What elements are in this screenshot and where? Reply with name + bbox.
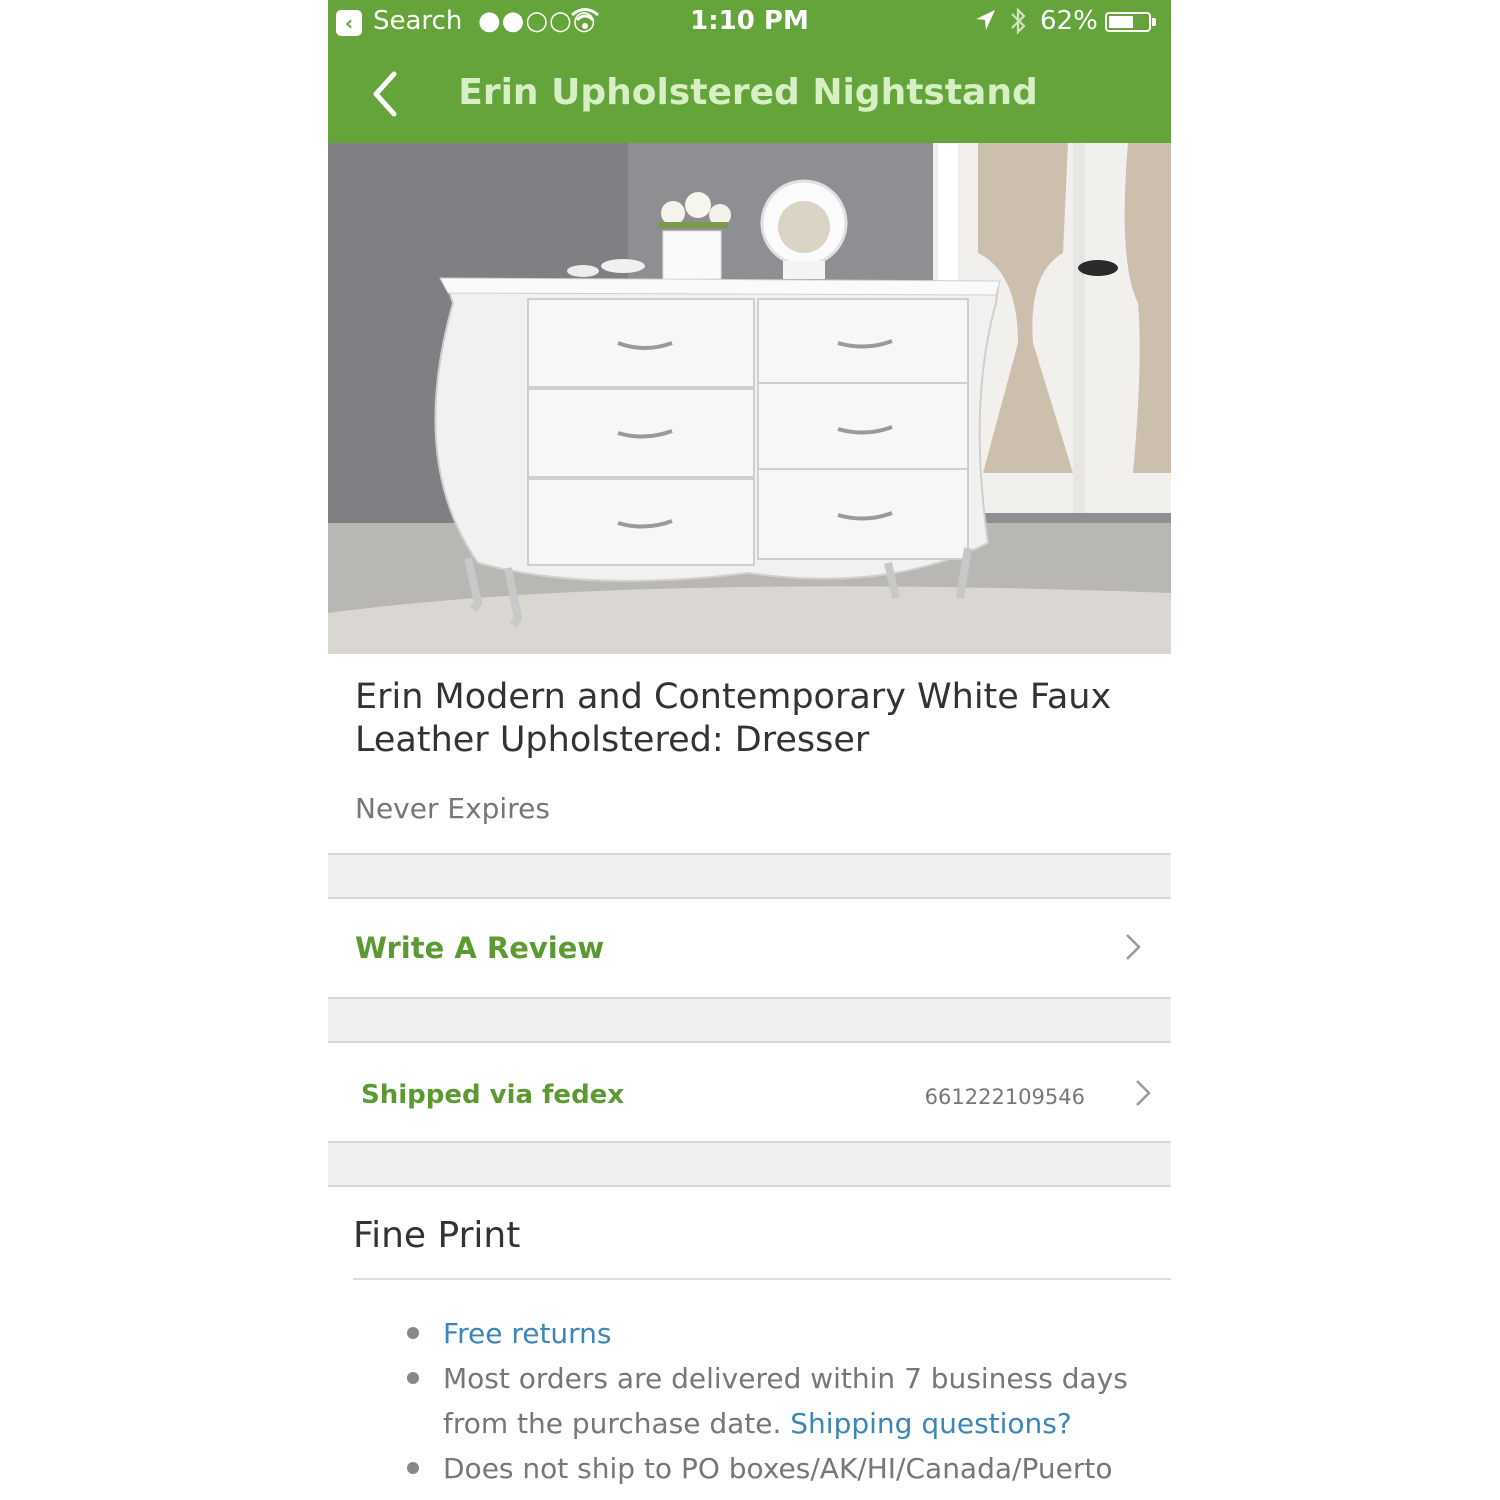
battery-percent: 62%	[1040, 6, 1098, 36]
bluetooth-icon	[1006, 5, 1030, 44]
bullet	[407, 1462, 419, 1474]
battery-tip	[1152, 18, 1156, 26]
divider	[353, 1278, 1171, 1280]
divider	[328, 1185, 1171, 1187]
section-gap	[328, 1143, 1171, 1185]
navigation-bar: Erin Upholstered Nightstand	[328, 44, 1171, 143]
location-arrow-icon	[973, 6, 997, 41]
expiration-text: Never Expires	[355, 792, 550, 825]
write-review-row[interactable]: Write A Review	[328, 899, 1171, 997]
fine-print-heading: Fine Print	[353, 1215, 521, 1256]
list-item: Does not ship to PO boxes/AK/HI/Canada/P…	[407, 1446, 1143, 1491]
shipping-questions-link[interactable]: Shipping questions?	[790, 1407, 1071, 1440]
shipping-row[interactable]: Shipped via fedex 661222109546	[328, 1043, 1171, 1141]
section-gap	[328, 999, 1171, 1041]
page-title: Erin Upholstered Nightstand	[458, 72, 1038, 113]
list-item: Free returns	[407, 1311, 1143, 1356]
shipping-label: Shipped via fedex	[361, 1080, 625, 1110]
section-gap	[328, 855, 1171, 897]
free-returns-link[interactable]: Free returns	[443, 1317, 612, 1350]
battery-icon	[1105, 12, 1151, 32]
status-bar: ‹ Search ●●○○○ 1:10 PM 62%	[328, 0, 1171, 44]
product-title: Erin Modern and Contemporary White Faux …	[355, 677, 1112, 760]
chevron-right-icon	[1136, 1080, 1151, 1106]
tracking-number: 661222109546	[924, 1085, 1085, 1109]
shipping-restriction-text: Does not ship to PO boxes/AK/HI/Canada/P…	[443, 1452, 1113, 1485]
product-image[interactable]	[328, 143, 1171, 654]
chevron-right-icon	[1126, 934, 1141, 960]
list-item: Most orders are delivered within 7 busin…	[407, 1356, 1143, 1446]
bullet	[407, 1327, 419, 1339]
write-review-link[interactable]: Write A Review	[355, 931, 604, 965]
back-chevron-icon[interactable]	[366, 70, 406, 118]
bullet	[407, 1372, 419, 1384]
phone-screen: ‹ Search ●●○○○ 1:10 PM 62% Erin Upholste…	[328, 0, 1171, 1500]
